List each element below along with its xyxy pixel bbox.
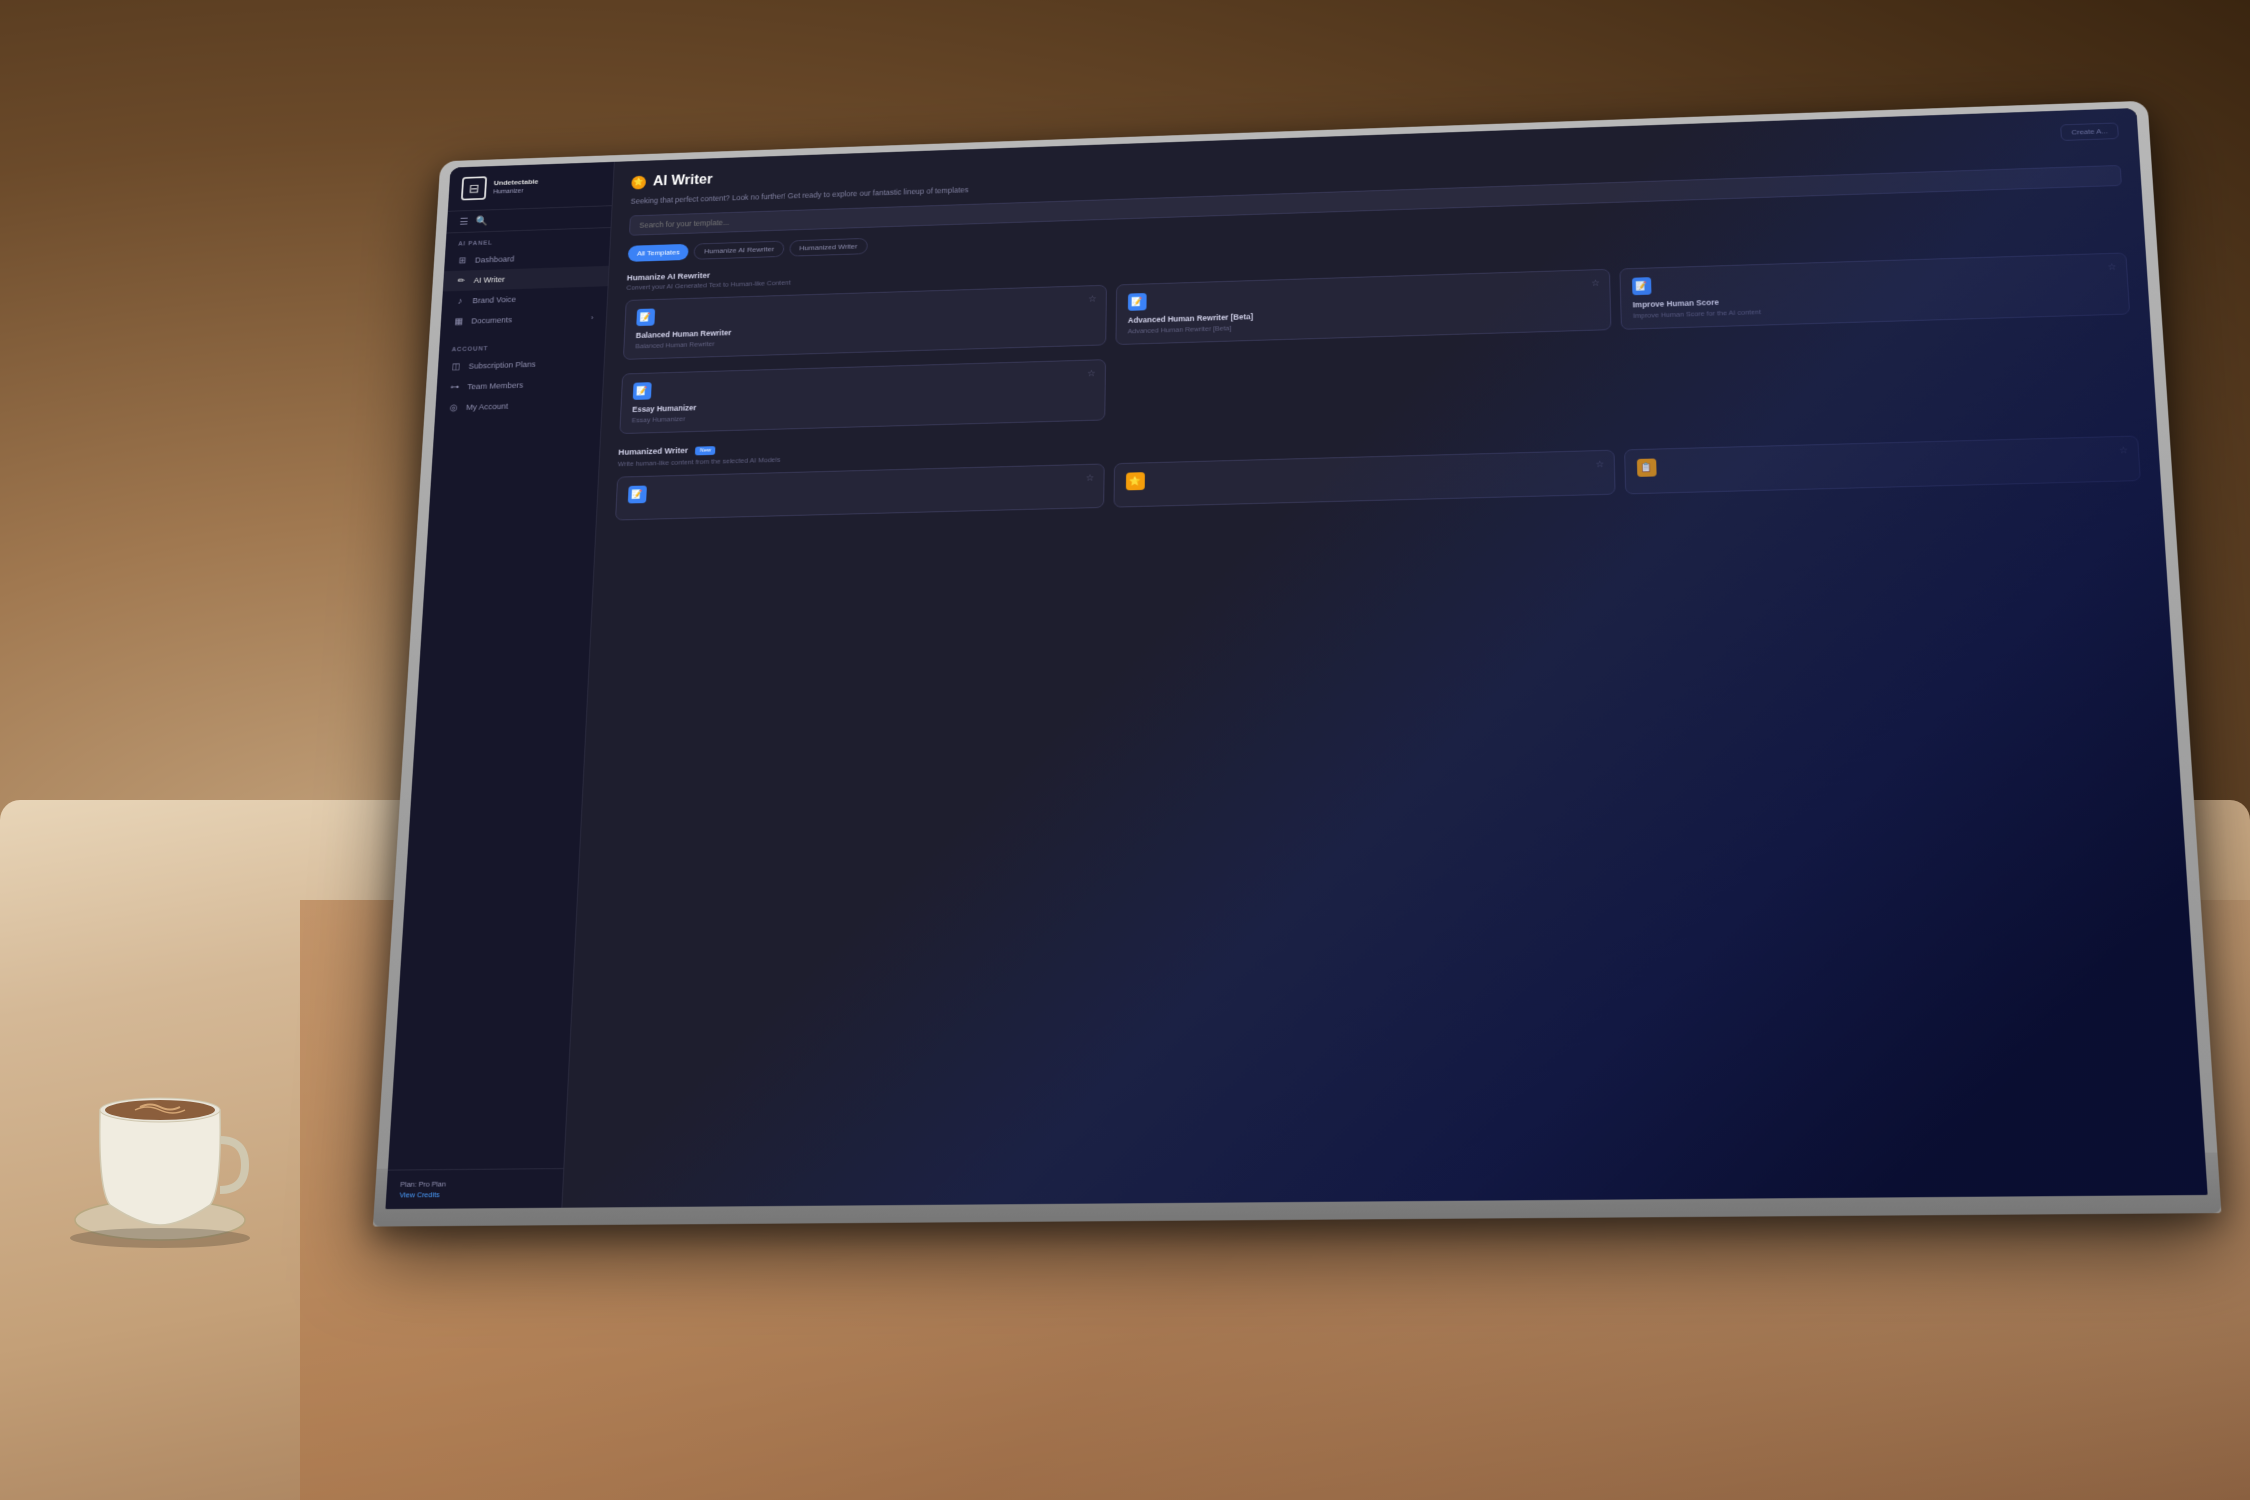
screen-bezel: ⊟ Undetectable Humanizer ☰ 🔍 AI PANEL — [385, 108, 2207, 1209]
card-hw1-star[interactable]: ☆ — [1086, 474, 1095, 484]
sidebar-my-account-label: My Account — [466, 402, 508, 412]
brand-voice-icon: ♪ — [454, 296, 465, 306]
dashboard-icon: ⊞ — [457, 255, 468, 265]
card-hw3-icon: 📋 — [1637, 458, 1657, 476]
new-badge: New — [695, 446, 716, 455]
card-improve-star[interactable]: ☆ — [2107, 263, 2116, 273]
sidebar-ai-writer-label: AI Writer — [474, 275, 506, 284]
page-title: AI Writer — [653, 172, 713, 189]
card-balanced-star[interactable]: ☆ — [1088, 295, 1096, 305]
page-title-row: ⭐ AI Writer — [631, 172, 713, 190]
my-account-icon: ◎ — [448, 402, 459, 413]
page-title-icon: ⭐ — [631, 175, 646, 189]
sidebar-subscription-label: Subscription Plans — [468, 360, 536, 371]
filter-tab-humanized[interactable]: Humanized Writer — [789, 238, 868, 257]
sidebar-brand-voice-label: Brand Voice — [472, 295, 516, 305]
card-improve[interactable]: 📝 ☆ Improve Human Score Improve Human Sc… — [1619, 252, 2130, 329]
card-hw3-star[interactable]: ☆ — [2119, 446, 2128, 456]
documents-arrow-icon: › — [591, 313, 594, 321]
logo-line1: Undetectable — [493, 178, 538, 188]
card-hw2[interactable]: ⭐ ☆ — [1114, 450, 1616, 508]
card-hw2-icon: ⭐ — [1126, 472, 1145, 490]
app-container: ⊟ Undetectable Humanizer ☰ 🔍 AI PANEL — [385, 108, 2207, 1209]
card-hw1-icon: 📝 — [628, 485, 647, 503]
card-balanced-icon: 📝 — [636, 308, 655, 326]
card-advanced-star[interactable]: ☆ — [1591, 279, 1600, 289]
logo-line2: Humanizer — [493, 187, 538, 196]
documents-icon: ▦ — [453, 316, 464, 327]
laptop-outer: ⊟ Undetectable Humanizer ☰ 🔍 AI PANEL — [373, 101, 2222, 1227]
card-hw2-star[interactable]: ☆ — [1595, 460, 1604, 470]
topbar-search-icon[interactable]: 🔍 — [475, 215, 488, 226]
card-essay[interactable]: 📝 ☆ Essay Humanizer Essay Humanizer — [619, 359, 1106, 434]
coffee-cup — [60, 1010, 260, 1250]
ai-writer-icon: ✏ — [456, 276, 467, 286]
team-icon: ⊶ — [449, 382, 460, 393]
main-content: ⭐ AI Writer Create A... Seeking that per… — [562, 108, 2207, 1208]
logo-box: ⊟ — [461, 176, 487, 200]
card-balanced[interactable]: 📝 ☆ Balanced Human Rewriter Balanced Hum… — [623, 285, 1107, 360]
card-advanced[interactable]: 📝 ☆ Advanced Human Rewriter [Beta] Advan… — [1115, 269, 1611, 345]
humanized-writer-title: Humanized Writer — [618, 446, 688, 457]
subscription-icon: ◫ — [450, 361, 461, 372]
laptop: ⊟ Undetectable Humanizer ☰ 🔍 AI PANEL — [373, 101, 2222, 1227]
sidebar-item-my-account[interactable]: ◎ My Account — [435, 393, 602, 418]
view-credits-link[interactable]: View Credits — [399, 1189, 549, 1199]
logo-icon: ⊟ — [468, 181, 479, 196]
card-advanced-icon: 📝 — [1128, 293, 1147, 311]
sidebar-item-documents[interactable]: ▦ Documents › — [440, 307, 606, 333]
card-essay-star[interactable]: ☆ — [1087, 369, 1095, 379]
sidebar-plan: Plan: Pro Plan View Credits — [385, 1168, 563, 1209]
sidebar-documents-label: Documents — [471, 315, 512, 325]
sidebar-logo: ⊟ Undetectable Humanizer — [448, 162, 614, 212]
card-hw1[interactable]: 📝 ☆ — [615, 464, 1105, 521]
card-hw3[interactable]: 📋 ☆ — [1624, 436, 2141, 495]
hamburger-icon[interactable]: ☰ — [459, 216, 468, 227]
sidebar-team-label: Team Members — [467, 381, 523, 391]
logo-text: Undetectable Humanizer — [493, 178, 539, 196]
card-improve-icon: 📝 — [1632, 277, 1652, 295]
plan-label: Plan: Pro Plan — [400, 1179, 549, 1189]
filter-tab-humanize[interactable]: Humanize AI Rewriter — [694, 241, 784, 260]
content-area: ⭐ AI Writer Create A... Seeking that per… — [564, 108, 2205, 1173]
create-button[interactable]: Create A... — [2060, 122, 2119, 140]
humanize-ai-section: Humanize AI Rewriter Convert your AI Gen… — [619, 225, 2135, 434]
filter-tab-all[interactable]: All Templates — [628, 244, 689, 262]
card-essay-icon: 📝 — [633, 382, 652, 400]
sidebar-dashboard-label: Dashboard — [475, 255, 515, 265]
